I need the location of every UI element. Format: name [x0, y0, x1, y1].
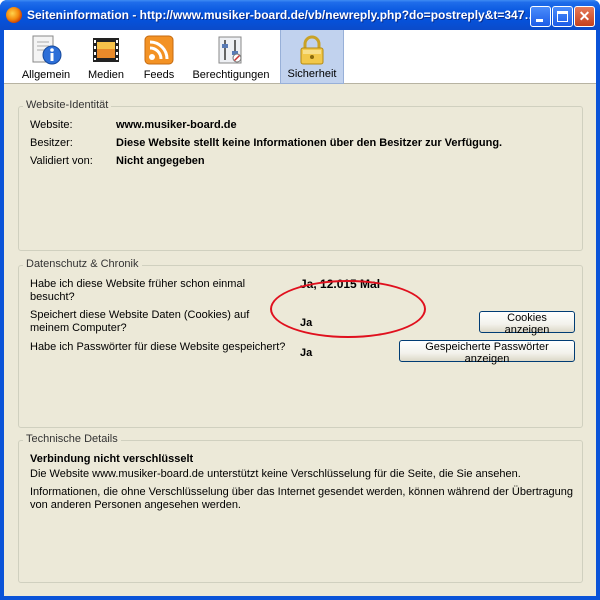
tab-label: Feeds — [143, 69, 175, 81]
window-border-bottom — [0, 596, 600, 600]
tab-label: Berechtigungen — [192, 69, 270, 81]
tab-sicherheit[interactable]: Sicherheit — [280, 30, 344, 84]
maximize-icon — [557, 11, 568, 22]
group-title: Website-Identität — [23, 99, 112, 111]
permissions-icon — [218, 36, 242, 64]
security-panel: Website-Identität Website: www.musiker-b… — [4, 85, 596, 596]
tab-medien[interactable]: Medien — [82, 30, 130, 84]
owner-value: Diese Website stellt keine Informationen… — [116, 137, 503, 149]
validated-value: Nicht angegeben — [116, 155, 205, 167]
group-title: Datenschutz & Chronik — [23, 258, 142, 270]
tab-feeds[interactable]: Feeds — [138, 30, 180, 84]
passwords-answer: Ja — [300, 347, 313, 359]
lock-icon — [300, 35, 324, 65]
tab-label: Allgemein — [21, 69, 71, 81]
tab-berechtigungen[interactable]: Berechtigungen — [190, 30, 272, 84]
cookies-question: Speichert diese Website Daten (Cookies) … — [30, 309, 250, 321]
owner-label: Besitzer: — [30, 137, 73, 149]
tab-label: Medien — [87, 69, 125, 81]
dialog-frame: Allgemein Medien Feeds Berechtigungen Si… — [4, 30, 596, 596]
visited-question: Habe ich diese Website früher schon einm… — [30, 278, 246, 290]
visited-question-cont: besucht? — [30, 291, 75, 303]
rss-icon — [144, 35, 174, 65]
window-title: Seiteninformation - http://www.musiker-b… — [27, 8, 537, 22]
warning-text-cont: von anderen Personen angesehen werden. — [30, 499, 241, 511]
highlight-ellipse — [270, 280, 426, 338]
passwords-question: Habe ich Passwörter für diese Website ge… — [30, 341, 286, 353]
validated-label: Validiert von: — [30, 155, 93, 167]
website-value: www.musiker-board.de — [116, 119, 237, 131]
firefox-icon — [6, 7, 22, 23]
technical-group: Technische Details Verbindung nicht vers… — [18, 433, 583, 583]
close-icon: ✕ — [578, 8, 591, 24]
show-passwords-button[interactable]: Gespeicherte Passwörter anzeigen — [399, 340, 575, 365]
connection-heading: Verbindung nicht verschlüsselt — [30, 453, 194, 465]
minimize-icon — [536, 19, 543, 22]
identity-group: Website-Identität Website: www.musiker-b… — [18, 99, 583, 251]
group-title: Technische Details — [23, 433, 121, 445]
show-cookies-button[interactable]: Cookies anzeigen — [479, 311, 575, 336]
info-icon — [32, 35, 62, 65]
tab-toolbar: Allgemein Medien Feeds Berechtigungen Si… — [4, 30, 596, 84]
website-label: Website: — [30, 119, 73, 131]
title-bar[interactable]: Seiteninformation - http://www.musiker-b… — [0, 0, 600, 30]
minimize-button[interactable] — [530, 6, 551, 27]
maximize-button[interactable] — [552, 6, 573, 27]
tab-allgemein[interactable]: Allgemein — [18, 30, 74, 84]
encryption-text: Die Website www.musiker-board.de unterst… — [30, 468, 521, 480]
window: Seiteninformation - http://www.musiker-b… — [0, 0, 600, 600]
media-icon — [93, 38, 119, 62]
cookies-question-cont: meinem Computer? — [30, 322, 127, 334]
tab-label: Sicherheit — [287, 68, 337, 80]
warning-text: Informationen, die ohne Verschlüsselung … — [30, 486, 574, 498]
close-button[interactable]: ✕ — [574, 6, 595, 27]
